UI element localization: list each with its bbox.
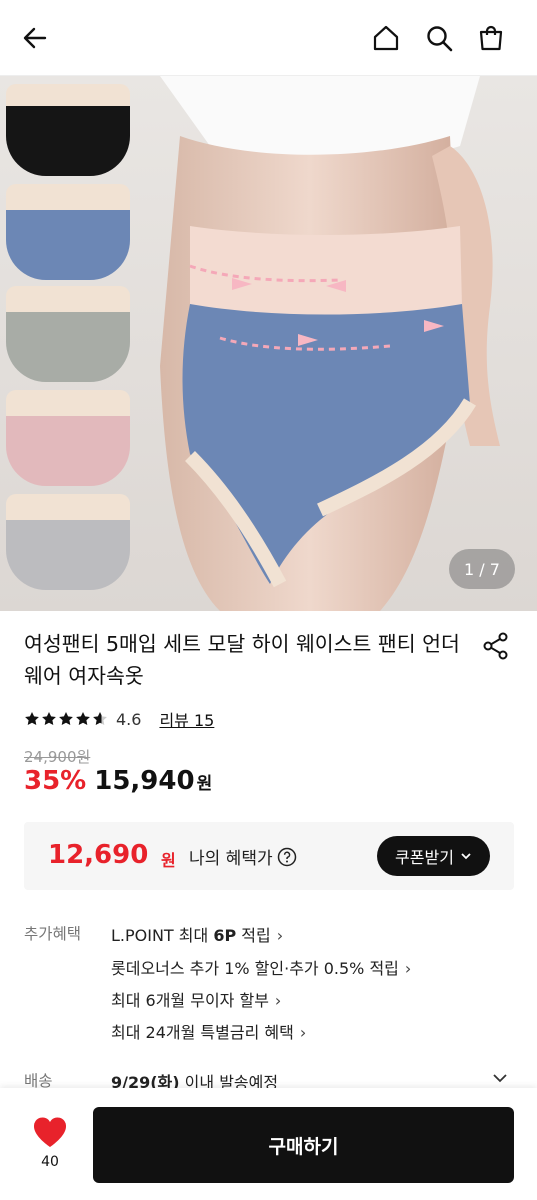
benefit-line-text: 최대 24개월 특별금리 혜택 — [111, 1023, 294, 1042]
chevron-right-icon: › — [299, 1023, 307, 1042]
benefit-line-text: 롯데오너스 추가 1% 할인·추가 0.5% 적립 — [111, 959, 399, 978]
product-image-gallery[interactable]: 1 / 7 — [0, 76, 537, 611]
star-icon — [93, 712, 107, 725]
chevron-down-icon — [461, 853, 471, 860]
wishlist-button[interactable]: 40 — [30, 1116, 70, 1176]
chevron-right-icon: › — [404, 959, 412, 978]
benefit-line-text: 적립 — [236, 926, 271, 945]
benefit-price: 12,690 — [48, 840, 149, 870]
benefit-price-box: 12,690 원 나의 혜택가 쿠폰받기 — [24, 822, 514, 890]
coupon-button-label: 쿠폰받기 — [395, 848, 454, 867]
swatch-grey-green — [6, 286, 130, 382]
swatch-pink — [6, 390, 130, 486]
share-icon[interactable] — [480, 630, 512, 662]
price-row: 35% 15,940 원 — [24, 766, 212, 796]
star-icon — [42, 712, 56, 725]
review-link[interactable]: 리뷰 15 — [159, 707, 214, 731]
benefit-line-lotte-owners[interactable]: 롯데오너스 추가 1% 할인·추가 0.5% 적립 › — [111, 955, 411, 979]
swatch-black — [6, 84, 130, 176]
chevron-right-icon: › — [274, 991, 282, 1010]
product-title: 여성팬티 5매입 세트 모달 하이 웨이스트 팬티 언더웨어 여자속옷 — [24, 632, 460, 688]
home-icon[interactable] — [366, 18, 406, 58]
buy-button[interactable]: 구매하기 — [93, 1107, 514, 1183]
heart-icon — [33, 1117, 67, 1147]
color-swatch-stack — [0, 76, 130, 611]
original-price: 24,900원 — [24, 748, 91, 766]
shipping-expand-chevron-icon[interactable] — [488, 1066, 512, 1090]
question-circle-icon[interactable] — [277, 847, 297, 867]
benefit-price-unit: 원 — [161, 851, 176, 870]
bottom-purchase-bar: 40 구매하기 — [0, 1088, 537, 1200]
wishlist-count: 40 — [41, 1154, 59, 1170]
sale-price: 15,940 — [94, 766, 195, 796]
benefit-line-text: L.POINT 최대 — [111, 926, 214, 945]
rating-value: 4.6 — [116, 709, 142, 729]
star-rating — [24, 711, 108, 727]
image-counter: 1 / 7 — [449, 549, 515, 589]
benefit-line-text: 최대 6개월 무이자 할부 — [111, 991, 269, 1010]
star-icon — [25, 712, 39, 725]
star-icon — [59, 712, 73, 725]
price-unit: 원 — [196, 774, 213, 794]
swatch-grey — [6, 494, 130, 590]
search-icon[interactable] — [419, 18, 459, 58]
discount-rate: 35% — [24, 766, 87, 796]
benefit-line-bold: 6P — [213, 926, 237, 945]
swatch-blue — [6, 184, 130, 280]
benefit-line-special-rate[interactable]: 최대 24개월 특별금리 혜택 › — [111, 1019, 306, 1043]
benefit-label[interactable]: 나의 혜택가 — [189, 844, 297, 869]
extra-benefit-label: 추가혜택 — [24, 925, 82, 943]
benefit-label-text: 나의 혜택가 — [189, 849, 273, 869]
benefit-line-installment[interactable]: 최대 6개월 무이자 할부 › — [111, 987, 281, 1011]
shopping-bag-icon[interactable] — [471, 18, 511, 58]
back-arrow-icon[interactable] — [15, 18, 55, 58]
benefit-line-lpoint[interactable]: L.POINT 최대 6P 적립 › — [111, 922, 283, 946]
top-app-bar — [0, 0, 537, 76]
chevron-right-icon: › — [276, 926, 284, 945]
rating-row: 4.6 리뷰 15 — [24, 706, 214, 732]
coupon-button[interactable]: 쿠폰받기 — [377, 836, 490, 876]
star-icon — [76, 712, 90, 725]
